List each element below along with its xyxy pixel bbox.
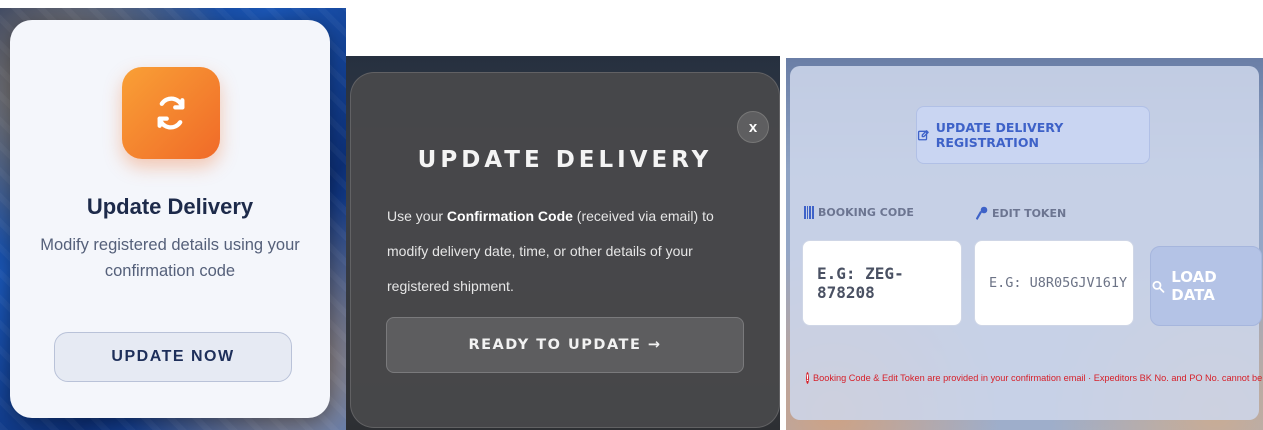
edit-token-input[interactable]: E.G: U8R05GJV161Y (974, 240, 1134, 326)
update-registration-form-panel: UPDATE DELIVERY REGISTRATION BOOKING COD… (786, 58, 1263, 430)
edit-token-label: EDIT TOKEN (976, 206, 1066, 220)
card-subtitle: Modify registered details using your con… (40, 236, 300, 280)
card-title: Update Delivery (86, 194, 254, 219)
confirmation-code-emphasis: Confirmation Code (446, 208, 573, 224)
close-button[interactable]: x (737, 111, 769, 143)
booking-code-input[interactable]: E.G: ZEG-878208 (802, 240, 962, 326)
modal-title: UPDATE DELIVERY (417, 147, 713, 173)
update-delivery-card: Update Delivery Modify registered detail… (10, 20, 330, 418)
load-data-label: LOAD DATA (1171, 268, 1217, 304)
description-prefix: Use your (387, 208, 447, 224)
update-delivery-tile-panel: Update Delivery Modify registered detail… (0, 8, 346, 430)
update-delivery-registration-button[interactable]: UPDATE DELIVERY REGISTRATION (916, 106, 1150, 164)
edit-token-label-text: EDIT TOKEN (992, 206, 1067, 220)
booking-code-label: BOOKING CODE (804, 206, 914, 219)
update-delivery-modal: x UPDATE DELIVERY Use your Confirmation … (350, 72, 780, 428)
update-now-button[interactable]: UPDATE NOW (54, 332, 292, 382)
ready-to-update-button[interactable]: READY TO UPDATE → (386, 317, 744, 373)
refresh-icon (157, 96, 185, 130)
refresh-icon-box (122, 67, 220, 159)
modal-description: Use your Confirmation Code (received via… (387, 199, 749, 304)
edit-icon (917, 130, 929, 141)
update-delivery-modal-panel: x UPDATE DELIVERY Use your Confirmation … (346, 56, 780, 430)
booking-code-label-text: BOOKING CODE (818, 206, 914, 219)
registration-form-card: UPDATE DELIVERY REGISTRATION BOOKING COD… (790, 66, 1263, 420)
registration-header-label: UPDATE DELIVERY REGISTRATION (935, 120, 1064, 150)
info-note: ! Booking Code & Edit Token are provided… (806, 372, 1263, 384)
alert-icon: ! (806, 372, 809, 384)
search-icon (1152, 280, 1165, 293)
barcode-icon (804, 206, 814, 219)
load-data-button[interactable]: LOAD DATA (1150, 246, 1262, 326)
info-note-text: Booking Code & Edit Token are provided i… (813, 373, 1263, 383)
key-icon (976, 206, 988, 220)
